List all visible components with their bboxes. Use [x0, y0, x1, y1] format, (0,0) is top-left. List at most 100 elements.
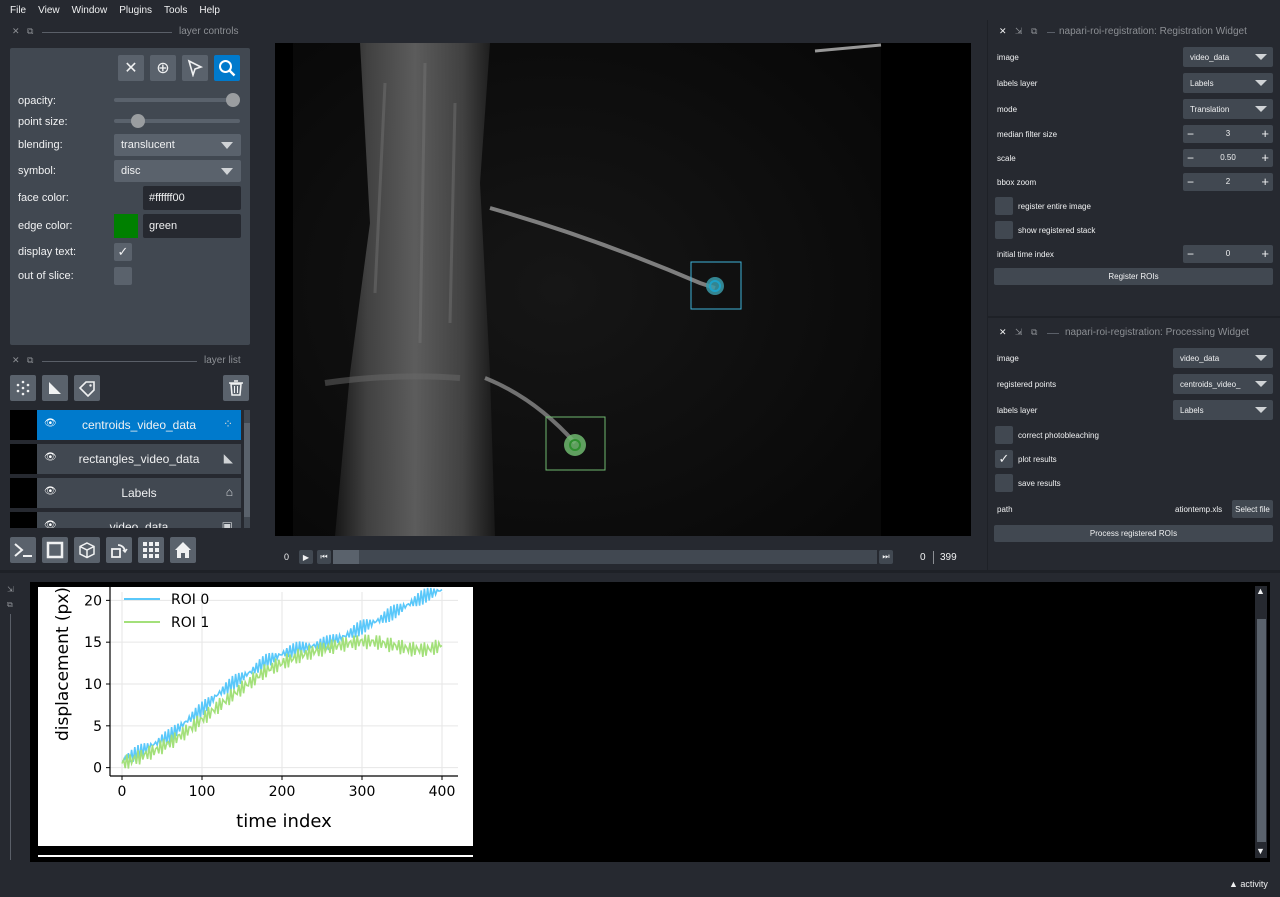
visibility-eye-icon[interactable]: 👁	[44, 452, 57, 463]
reg-bbox-zoom-value[interactable]: 2	[1203, 177, 1253, 186]
add-points-button[interactable]: ⊕	[150, 55, 176, 81]
plus-icon[interactable]: +	[1261, 246, 1269, 261]
delete-points-button[interactable]: ✕	[118, 55, 144, 81]
face-color-swatch[interactable]	[114, 186, 138, 210]
menu-help[interactable]: Help	[193, 5, 226, 16]
visibility-eye-icon[interactable]: 👁	[44, 418, 57, 429]
scroll-down-icon[interactable]: ▼	[1256, 846, 1265, 856]
step-back-button[interactable]: ⏮	[317, 550, 331, 564]
menu-file[interactable]: File	[4, 5, 32, 16]
dock-close-icon[interactable]: ✕	[12, 355, 20, 366]
proc-labels-layer-select[interactable]: Labels	[1173, 400, 1273, 420]
layer-row[interactable]: 👁 video_data ▣	[10, 512, 241, 528]
minus-icon[interactable]: −	[1187, 175, 1194, 189]
layer-row[interactable]: 👁 Labels ⌂	[10, 478, 241, 508]
viewer-canvas[interactable]	[275, 43, 971, 536]
initial-time-spinbox[interactable]: −0 +	[1183, 245, 1273, 263]
plus-icon[interactable]: +	[1261, 150, 1269, 165]
widget-float-icon[interactable]: ⧉	[1031, 26, 1037, 37]
minus-icon[interactable]: −	[1187, 247, 1194, 261]
edge-color-input[interactable]: green	[143, 214, 241, 238]
reg-image-select[interactable]: video_data	[1183, 47, 1273, 67]
scroll-up-icon[interactable]: ▲	[1256, 586, 1265, 596]
layer-row[interactable]: 👁 centroids_video_data ⁘	[10, 410, 241, 440]
point-size-slider-handle[interactable]	[130, 114, 145, 128]
y-axis-label: displacement (px)	[53, 587, 73, 741]
layer-row[interactable]: 👁 rectangles_video_data ◣	[10, 444, 241, 474]
visibility-eye-icon[interactable]: 👁	[44, 486, 57, 497]
select-points-button[interactable]	[182, 55, 208, 81]
path-input[interactable]: ationtemp.xls	[1173, 500, 1229, 518]
register-entire-checkbox[interactable]	[995, 197, 1013, 215]
correct-photobleaching-checkbox[interactable]	[995, 426, 1013, 444]
home-button[interactable]	[170, 537, 196, 563]
dims-slider-track[interactable]	[333, 550, 877, 564]
widget-hide-icon[interactable]: ⇲	[1015, 327, 1023, 338]
play-button[interactable]: ▶	[299, 550, 313, 564]
delete-layer-button[interactable]	[223, 375, 249, 401]
ndisplay-button[interactable]	[42, 537, 68, 563]
reg-mode-select[interactable]: Translation	[1183, 99, 1273, 119]
reg-median-filter-value[interactable]: 3	[1203, 129, 1253, 138]
plus-icon[interactable]: +	[1261, 174, 1269, 189]
widget-close-icon[interactable]: ✕	[999, 327, 1007, 338]
menu-view[interactable]: View	[32, 5, 66, 16]
face-color-input[interactable]: #ffffff00	[143, 186, 241, 210]
proc-image-select[interactable]: video_data	[1173, 348, 1273, 368]
opacity-slider-handle[interactable]	[226, 93, 240, 107]
grid-view-button[interactable]	[138, 537, 164, 563]
edge-color-swatch[interactable]	[114, 214, 138, 238]
menu-window[interactable]: Window	[66, 5, 114, 16]
dims-slider-handle[interactable]	[333, 550, 359, 564]
register-rois-button[interactable]: Register ROIs	[994, 268, 1273, 285]
widget-hide-icon[interactable]: ⇲	[1015, 26, 1023, 37]
dock-float-icon[interactable]: ⧉	[27, 355, 33, 366]
reg-scale-spinbox[interactable]: −0.50 +	[1183, 149, 1273, 167]
roll-dims-button[interactable]	[106, 537, 132, 563]
proc-labels-layer-label: labels layer	[997, 406, 1038, 415]
minus-icon[interactable]: −	[1187, 151, 1194, 165]
dock-splitter-horizontal[interactable]	[988, 316, 1280, 318]
visibility-eye-icon[interactable]: 👁	[44, 520, 57, 528]
select-file-button[interactable]: Select file	[1232, 500, 1273, 518]
symbol-select[interactable]: disc	[114, 160, 241, 182]
3d-view-button[interactable]	[74, 537, 100, 563]
save-results-checkbox[interactable]	[995, 474, 1013, 492]
process-rois-button[interactable]: Process registered ROIs	[994, 525, 1273, 542]
activity-toggle[interactable]: ▲ activity	[1229, 879, 1268, 889]
blending-select[interactable]: translucent	[114, 134, 241, 156]
reg-bbox-zoom-spinbox[interactable]: −2 +	[1183, 173, 1273, 191]
dock-float-icon[interactable]: ⧉	[7, 600, 13, 610]
new-shapes-layer-button[interactable]	[42, 375, 68, 401]
pan-zoom-button[interactable]	[214, 55, 240, 81]
step-forward-button[interactable]: ⏭	[879, 550, 893, 564]
dock-splitter[interactable]	[987, 20, 988, 570]
plot-scroll-thumb[interactable]	[1257, 619, 1266, 842]
widget-close-icon[interactable]: ✕	[999, 26, 1007, 37]
console-button[interactable]	[10, 537, 36, 563]
proc-registered-points-select[interactable]: centroids_video_	[1173, 374, 1273, 394]
dock-close-icon[interactable]: ✕	[12, 26, 20, 37]
show-registered-checkbox[interactable]	[995, 221, 1013, 239]
dock-splitter-bottom[interactable]	[0, 570, 1280, 573]
dock-float-icon[interactable]: ⧉	[27, 26, 33, 37]
menu-plugins[interactable]: Plugins	[113, 5, 158, 16]
menu-tools[interactable]: Tools	[158, 5, 193, 16]
reg-scale-value[interactable]: 0.50	[1203, 153, 1253, 162]
layer-list-scroll-thumb[interactable]	[244, 423, 250, 517]
current-frame-value[interactable]: 0	[920, 552, 926, 563]
plus-icon[interactable]: +	[1261, 126, 1269, 141]
new-labels-layer-button[interactable]	[74, 375, 100, 401]
new-points-layer-button[interactable]	[10, 375, 36, 401]
out-of-slice-checkbox[interactable]	[114, 267, 132, 285]
opacity-slider[interactable]	[114, 98, 240, 102]
display-text-checkbox[interactable]: ✓	[114, 243, 132, 261]
initial-time-value[interactable]: 0	[1203, 249, 1253, 258]
reg-median-filter-spinbox[interactable]: −3 +	[1183, 125, 1273, 143]
shapes-icon: ◣	[223, 451, 233, 465]
widget-float-icon[interactable]: ⧉	[1031, 327, 1037, 338]
dock-hide-icon[interactable]: ⇲	[7, 585, 14, 594]
plot-results-checkbox[interactable]: ✓	[995, 450, 1013, 468]
minus-icon[interactable]: −	[1187, 127, 1194, 141]
reg-labels-layer-select[interactable]: Labels	[1183, 73, 1273, 93]
